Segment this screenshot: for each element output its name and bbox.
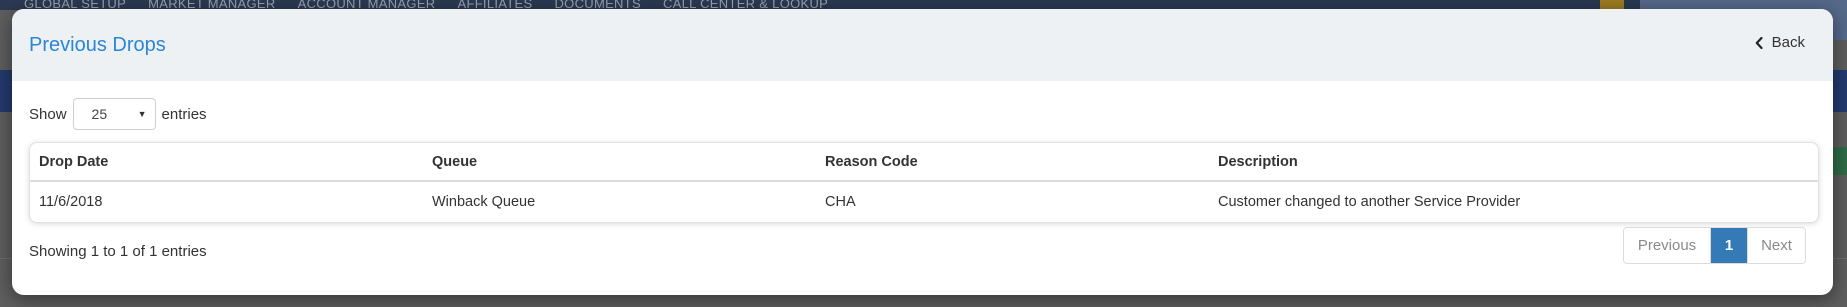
drops-table: Drop Date Queue Reason Code Description … bbox=[30, 143, 1818, 222]
show-label: Show bbox=[29, 105, 67, 123]
modal-header: Previous Drops Back bbox=[12, 9, 1833, 81]
page-length-control: Show 25 ▼ entries bbox=[29, 98, 207, 130]
column-header-description[interactable]: Description bbox=[1209, 143, 1818, 182]
cell-queue: Winback Queue bbox=[432, 194, 536, 210]
table-header-row: Drop Date Queue Reason Code Description bbox=[30, 143, 1818, 182]
table-row: 11/6/2018 Winback Queue CHA Customer cha… bbox=[30, 181, 1818, 222]
column-header-reason-code[interactable]: Reason Code bbox=[816, 143, 1209, 182]
column-header-drop-date[interactable]: Drop Date bbox=[30, 143, 423, 182]
back-button[interactable]: Back bbox=[1755, 34, 1805, 51]
drops-table-container: Drop Date Queue Reason Code Description … bbox=[29, 142, 1819, 223]
cell-description: Customer changed to another Service Prov… bbox=[1218, 194, 1521, 210]
page-length-value: 25 bbox=[91, 106, 108, 122]
chevron-left-icon bbox=[1755, 36, 1763, 49]
next-page-button[interactable]: Next bbox=[1747, 228, 1805, 263]
table-info: Showing 1 to 1 of 1 entries bbox=[29, 243, 207, 260]
modal-title: Previous Drops bbox=[29, 34, 166, 56]
previous-page-button[interactable]: Previous bbox=[1624, 228, 1711, 263]
cell-drop-date: 11/6/2018 bbox=[39, 194, 103, 210]
back-label: Back bbox=[1771, 34, 1805, 51]
cell-reason-code: CHA bbox=[825, 194, 856, 210]
page-1-button[interactable]: 1 bbox=[1711, 228, 1747, 263]
previous-drops-modal: Previous Drops Back Show 25 ▼ entries Dr… bbox=[12, 9, 1833, 295]
column-header-queue[interactable]: Queue bbox=[423, 143, 816, 182]
entries-label: entries bbox=[161, 105, 207, 123]
caret-down-icon: ▼ bbox=[137, 109, 147, 119]
pagination: Previous 1 Next bbox=[1623, 227, 1806, 264]
page-length-select[interactable]: 25 ▼ bbox=[72, 98, 156, 130]
